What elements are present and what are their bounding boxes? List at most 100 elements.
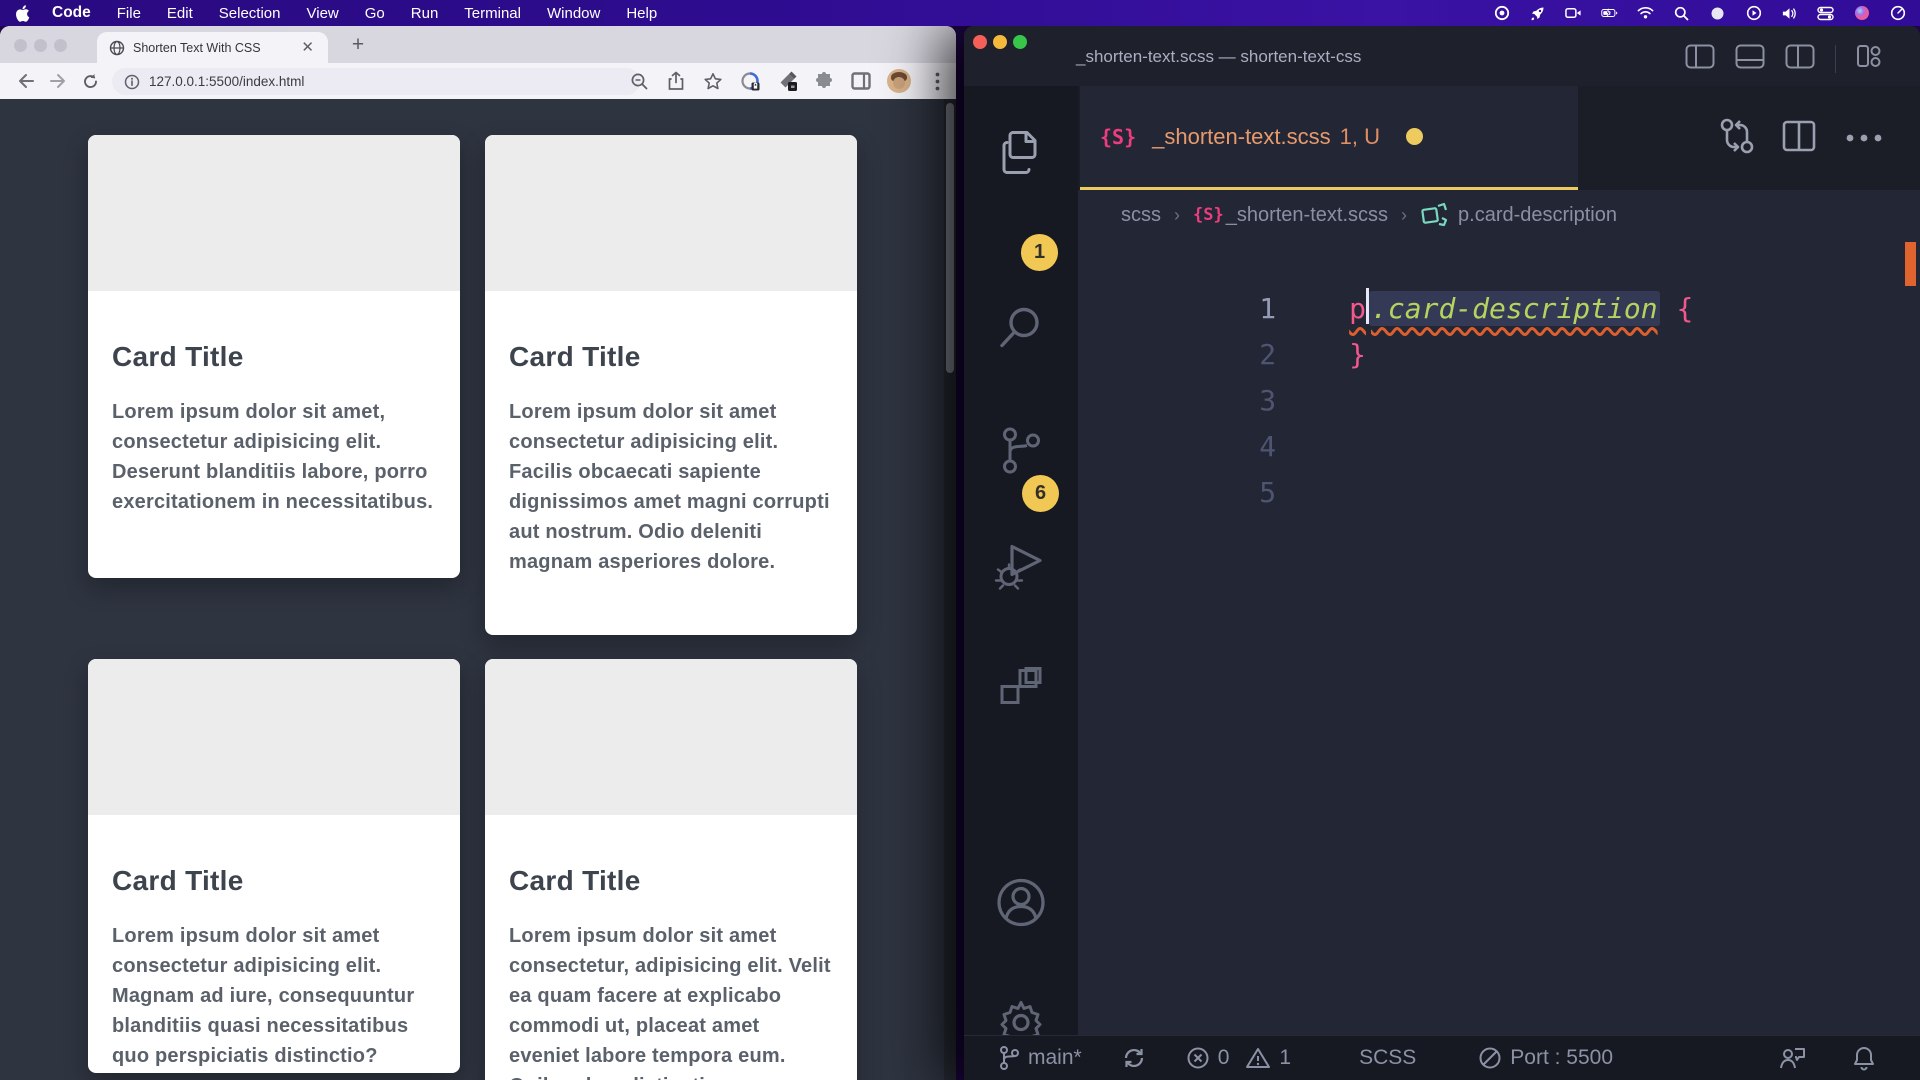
battery-icon[interactable] xyxy=(1601,5,1618,22)
window-minimize-button[interactable] xyxy=(34,39,47,52)
live-server-port[interactable]: Port : 5500 xyxy=(1478,1046,1613,1070)
toggle-panel-icon[interactable] xyxy=(1735,44,1765,74)
back-icon[interactable] xyxy=(14,69,38,93)
spotlight-search-icon[interactable] xyxy=(1673,5,1690,22)
language-mode[interactable]: SCSS xyxy=(1359,1046,1416,1070)
window-minimize-button[interactable] xyxy=(993,35,1007,49)
record-icon[interactable] xyxy=(1493,5,1510,22)
card-title: Card Title xyxy=(509,341,831,373)
menu-run[interactable]: Run xyxy=(411,5,439,22)
open-changes-icon[interactable] xyxy=(1720,118,1754,159)
sync-icon xyxy=(1122,1046,1146,1070)
siri-icon[interactable] xyxy=(1853,5,1870,22)
window-close-button[interactable] xyxy=(14,39,27,52)
window-zoom-button[interactable] xyxy=(1013,35,1027,49)
breadcrumb: scss › {S} _shorten-text.scss › p.card-d… xyxy=(1078,190,1920,240)
clock-icon[interactable] xyxy=(1889,5,1906,22)
line-number: 5 xyxy=(1179,470,1276,516)
menu-go[interactable]: Go xyxy=(365,5,385,22)
window-close-button[interactable] xyxy=(973,35,987,49)
forward-icon[interactable] xyxy=(46,69,70,93)
sync-button[interactable] xyxy=(1122,1046,1146,1070)
split-editor-icon[interactable] xyxy=(1782,120,1816,157)
search-icon[interactable] xyxy=(996,303,1046,358)
toggle-primary-sidebar-icon[interactable] xyxy=(1685,44,1715,74)
card-title: Card Title xyxy=(509,865,831,897)
chevron-right-icon: › xyxy=(1401,205,1407,226)
warning-icon xyxy=(1245,1046,1271,1070)
git-branch-status[interactable]: main* xyxy=(998,1045,1082,1071)
explorer-badge: 1 xyxy=(1021,234,1058,271)
play-circle-icon[interactable] xyxy=(1745,5,1762,22)
card-description: Lorem ipsum dolor sit amet consectetur a… xyxy=(509,397,831,577)
more-actions-icon[interactable] xyxy=(1844,130,1884,148)
menu-edit[interactable]: Edit xyxy=(167,5,193,22)
feedback-icon[interactable] xyxy=(1778,1045,1806,1071)
site-info-icon[interactable] xyxy=(124,74,140,90)
vscode-title-bar: _shorten-text.scss — shorten-text-css xyxy=(964,26,1920,86)
menu-terminal[interactable]: Terminal xyxy=(464,5,521,22)
code-editor[interactable]: 1p.card-description { 2} 3 4 5 xyxy=(1078,240,1920,1035)
apple-icon[interactable] xyxy=(16,4,32,22)
error-icon xyxy=(1186,1046,1210,1070)
extension-colorpicker-icon[interactable] xyxy=(776,70,798,92)
browser-menu-kebab-icon[interactable] xyxy=(926,70,948,92)
overview-ruler-warning-mark xyxy=(1905,242,1916,286)
address-bar[interactable]: 127.0.0.1:5500/index.html xyxy=(112,68,640,95)
menu-window[interactable]: Window xyxy=(547,5,600,22)
breadcrumb-folder[interactable]: scss xyxy=(1121,204,1161,227)
zoom-icon[interactable] xyxy=(628,70,650,92)
account-icon[interactable] xyxy=(995,877,1047,934)
wifi-icon[interactable] xyxy=(1637,5,1654,22)
browser-tab-strip: Shorten Text With CSS ✕ + xyxy=(0,26,956,63)
card: Card Title Lorem ipsum dolor sit amet co… xyxy=(485,659,857,1080)
vscode-window-title: _shorten-text.scss — shorten-text-css xyxy=(1076,47,1361,67)
control-center-icon[interactable] xyxy=(1817,5,1834,22)
explorer-icon[interactable] xyxy=(997,127,1045,184)
code-line-3: 3 xyxy=(1078,332,1920,378)
rocket-icon[interactable] xyxy=(1529,5,1546,22)
menu-selection[interactable]: Selection xyxy=(219,5,281,22)
browser-toolbar: 127.0.0.1:5500/index.html xyxy=(0,63,956,99)
screen-record-icon[interactable] xyxy=(1565,5,1582,22)
extensions-puzzle-icon[interactable] xyxy=(813,70,835,92)
side-panel-icon[interactable] xyxy=(850,70,872,92)
branch-name: main* xyxy=(1028,1046,1082,1070)
git-branch-icon xyxy=(998,1045,1020,1071)
reload-icon[interactable] xyxy=(78,69,102,93)
new-tab-button[interactable]: + xyxy=(344,31,372,59)
bookmark-star-icon[interactable] xyxy=(702,70,724,92)
customize-layout-icon[interactable] xyxy=(1856,43,1882,74)
menu-app-name[interactable]: Code xyxy=(52,4,91,22)
file-tab-name: _shorten-text.scss xyxy=(1152,124,1331,150)
browser-tab[interactable]: Shorten Text With CSS ✕ xyxy=(97,32,328,63)
notifications-bell-icon[interactable] xyxy=(1852,1045,1876,1072)
menu-file[interactable]: File xyxy=(117,5,141,22)
share-icon[interactable] xyxy=(665,70,687,92)
profile-avatar[interactable] xyxy=(887,69,911,93)
menu-help[interactable]: Help xyxy=(626,5,657,22)
card-description: Lorem ipsum dolor sit amet consectetur a… xyxy=(112,921,434,1071)
breadcrumb-symbol[interactable]: p.card-description xyxy=(1458,204,1617,227)
menu-view[interactable]: View xyxy=(307,5,339,22)
page-scrollbar-track[interactable] xyxy=(944,99,956,1080)
window-zoom-button[interactable] xyxy=(54,39,67,52)
problems-status[interactable]: 0 1 xyxy=(1186,1046,1291,1070)
breadcrumb-file[interactable]: _shorten-text.scss xyxy=(1226,204,1388,227)
card-description: Lorem ipsum dolor sit amet, consectetur … xyxy=(112,397,434,517)
source-control-icon[interactable] xyxy=(996,425,1046,482)
warning-count: 1 xyxy=(1279,1046,1291,1070)
tab-close-icon[interactable]: ✕ xyxy=(297,38,318,57)
file-tab[interactable]: {S} _shorten-text.scss 1, U xyxy=(1080,86,1578,187)
code-line-2: 2} xyxy=(1078,286,1920,332)
extensions-icon[interactable] xyxy=(996,665,1046,720)
toggle-secondary-sidebar-icon[interactable] xyxy=(1785,44,1815,74)
unsaved-dot-icon[interactable] xyxy=(1406,128,1423,145)
volume-icon[interactable] xyxy=(1781,5,1798,22)
do-not-disturb-icon[interactable] xyxy=(1709,5,1726,22)
card-image-placeholder xyxy=(485,135,857,291)
run-debug-icon[interactable] xyxy=(994,537,1048,596)
extension-screentime-icon[interactable] xyxy=(739,70,761,92)
error-count: 0 xyxy=(1218,1046,1230,1070)
page-scrollbar-thumb[interactable] xyxy=(946,103,954,373)
